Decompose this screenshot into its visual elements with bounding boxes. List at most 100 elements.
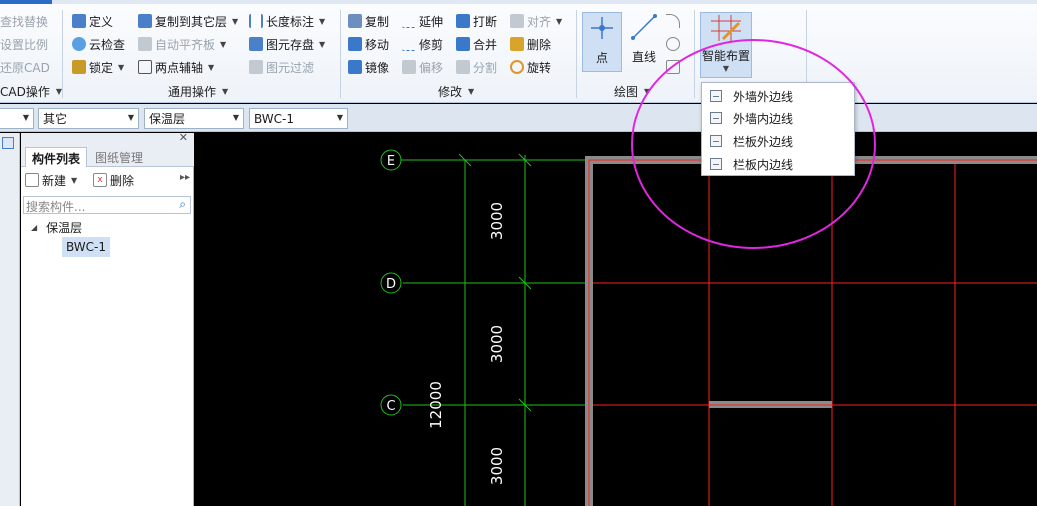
- mirror-label: 镜像: [365, 60, 390, 75]
- total-dim-text: 12000: [427, 381, 445, 429]
- rectangle-icon: [666, 60, 680, 74]
- define-button[interactable]: 定义: [72, 11, 113, 31]
- drawing-svg: E D C 3000 3000 3000 12000: [380, 149, 1037, 506]
- break-button[interactable]: 打断: [456, 11, 497, 31]
- move-button[interactable]: 移动: [348, 34, 389, 54]
- copy-button[interactable]: 复制: [348, 11, 389, 31]
- tab-drawing-manager[interactable]: 图纸管理: [89, 147, 149, 167]
- group-cad-ops-label: CAD操作: [0, 84, 50, 99]
- arc-icon: [666, 14, 680, 28]
- cloud-check-button[interactable]: 云检查: [72, 34, 125, 54]
- tree-node-child[interactable]: BWC-1: [62, 237, 111, 257]
- circle-tool-button[interactable]: [666, 34, 680, 54]
- length-dim-button[interactable]: 长度标注 ▼: [249, 11, 325, 31]
- tree-node-parent[interactable]: ◢ 保温层: [31, 217, 82, 237]
- tab-component-list[interactable]: 构件列表: [25, 147, 88, 167]
- chevron-down-icon: ▼: [319, 39, 326, 49]
- type-combo-value: 保温层: [149, 112, 186, 126]
- copy-label: 复制: [365, 14, 390, 29]
- component-search-input[interactable]: 搜索构件... ⌕: [23, 196, 191, 214]
- arc-button[interactable]: [666, 11, 680, 31]
- trim-icon: [402, 37, 416, 51]
- grid-lines: [589, 159, 1037, 506]
- split-button[interactable]: 分割: [456, 57, 497, 77]
- panel-delete-label: 删除: [110, 173, 135, 188]
- line-button[interactable]: 直线: [626, 12, 662, 72]
- group-modify-label: 修改: [438, 84, 463, 99]
- more-icon[interactable]: ▸▸: [180, 172, 190, 183]
- copy-to-layer-label: 复制到其它层: [155, 14, 228, 29]
- split-label: 分割: [473, 60, 498, 75]
- menu-item-icon: [710, 158, 722, 170]
- menu-item-parapet-inner[interactable]: 栏板内边线: [702, 153, 854, 175]
- menu-item-icon: [710, 112, 722, 124]
- trim-button[interactable]: 修剪: [402, 34, 443, 54]
- merge-button[interactable]: 合并: [456, 34, 497, 54]
- search-placeholder: 搜索构件...: [26, 200, 86, 214]
- delete-button[interactable]: 删除: [510, 34, 551, 54]
- offset-button[interactable]: 偏移: [402, 57, 443, 77]
- search-icon[interactable]: ⌕: [179, 197, 186, 212]
- lock-button[interactable]: 锁定 ▼: [72, 57, 124, 77]
- menu-item-outer-wall-outer[interactable]: 外墙外边线: [702, 85, 854, 107]
- tab-component-list-label: 构件列表: [32, 152, 81, 166]
- category-combo[interactable]: 其它 ▼: [38, 108, 139, 129]
- chevron-down-icon: ▼: [208, 62, 215, 72]
- split-icon: [456, 60, 470, 74]
- chevron-down-icon: ▼: [118, 62, 125, 72]
- save-icon: [249, 37, 263, 51]
- menu-item-outer-wall-inner[interactable]: 外墙内边线: [702, 107, 854, 129]
- find-replace-button[interactable]: 查找替换: [0, 11, 48, 31]
- two-point-axis-label: 两点辅轴: [155, 60, 204, 75]
- menu-item-parapet-outer[interactable]: 栏板外边线: [702, 130, 854, 152]
- axis-label-d: D: [386, 277, 396, 292]
- mirror-icon: [348, 60, 362, 74]
- menu-item-label: 外墙内边线: [733, 111, 794, 126]
- group-cad-ops[interactable]: CAD操作 ▼: [0, 82, 62, 100]
- lock-icon: [72, 60, 86, 74]
- save-elem-button[interactable]: 图元存盘 ▼: [249, 34, 325, 54]
- cloud-check-label: 云检查: [89, 37, 126, 52]
- left-dock-strip: [0, 133, 20, 506]
- panel-tabs: 构件列表 图纸管理: [21, 145, 194, 167]
- panel-delete-button[interactable]: x 删除: [93, 170, 134, 190]
- mirror-button[interactable]: 镜像: [348, 57, 389, 77]
- menu-item-label: 栏板内边线: [733, 157, 794, 172]
- restore-cad-button[interactable]: 还原CAD: [0, 57, 50, 77]
- point-button[interactable]: 点: [582, 12, 622, 72]
- offset-icon: [402, 60, 416, 74]
- two-point-axis-button[interactable]: 两点辅轴 ▼: [138, 57, 214, 77]
- group-common-ops[interactable]: 通用操作 ▼: [168, 82, 228, 100]
- chevron-down-icon: ▼: [232, 16, 239, 26]
- drawing-canvas[interactable]: E D C 3000 3000 3000 12000: [195, 133, 1037, 506]
- save-elem-label: 图元存盘: [266, 37, 315, 52]
- auto-flat-button[interactable]: 自动平齐板 ▼: [138, 34, 226, 54]
- axis-label-e: E: [387, 154, 395, 169]
- group-draw[interactable]: 绘图 ▼: [614, 82, 650, 100]
- extend-button[interactable]: 延伸: [402, 11, 443, 31]
- type-combo[interactable]: 保温层 ▼: [144, 108, 244, 129]
- rect-tool-button[interactable]: [666, 57, 680, 77]
- elem-filter-button[interactable]: 图元过滤: [249, 57, 314, 77]
- align-button[interactable]: 对齐 ▼: [510, 11, 562, 31]
- set-scale-button[interactable]: 设置比例: [0, 34, 48, 54]
- component-combo[interactable]: BWC-1 ▼: [249, 108, 348, 129]
- smart-layout-button[interactable]: 智能布置 ▼: [700, 12, 752, 78]
- align-icon: [510, 14, 524, 28]
- close-icon[interactable]: ✕: [179, 131, 188, 144]
- rotate-button[interactable]: 旋转: [510, 57, 551, 77]
- group-common-label: 通用操作: [168, 84, 217, 99]
- auto-flat-icon: [138, 37, 152, 51]
- dock-icon[interactable]: [2, 137, 14, 149]
- walls: [585, 156, 1037, 506]
- axis-label-c: C: [386, 399, 395, 414]
- group-modify[interactable]: 修改 ▼: [438, 82, 474, 100]
- move-icon: [348, 37, 362, 51]
- floor-combo[interactable]: ▼: [0, 108, 34, 129]
- copy-to-layer-button[interactable]: 复制到其它层 ▼: [138, 11, 238, 31]
- chevron-down-icon: ▼: [319, 16, 326, 26]
- move-label: 移动: [365, 37, 390, 52]
- chevron-down-icon: ▼: [644, 86, 651, 96]
- new-button[interactable]: 新建 ▼: [25, 170, 77, 190]
- rotate-label: 旋转: [527, 60, 552, 75]
